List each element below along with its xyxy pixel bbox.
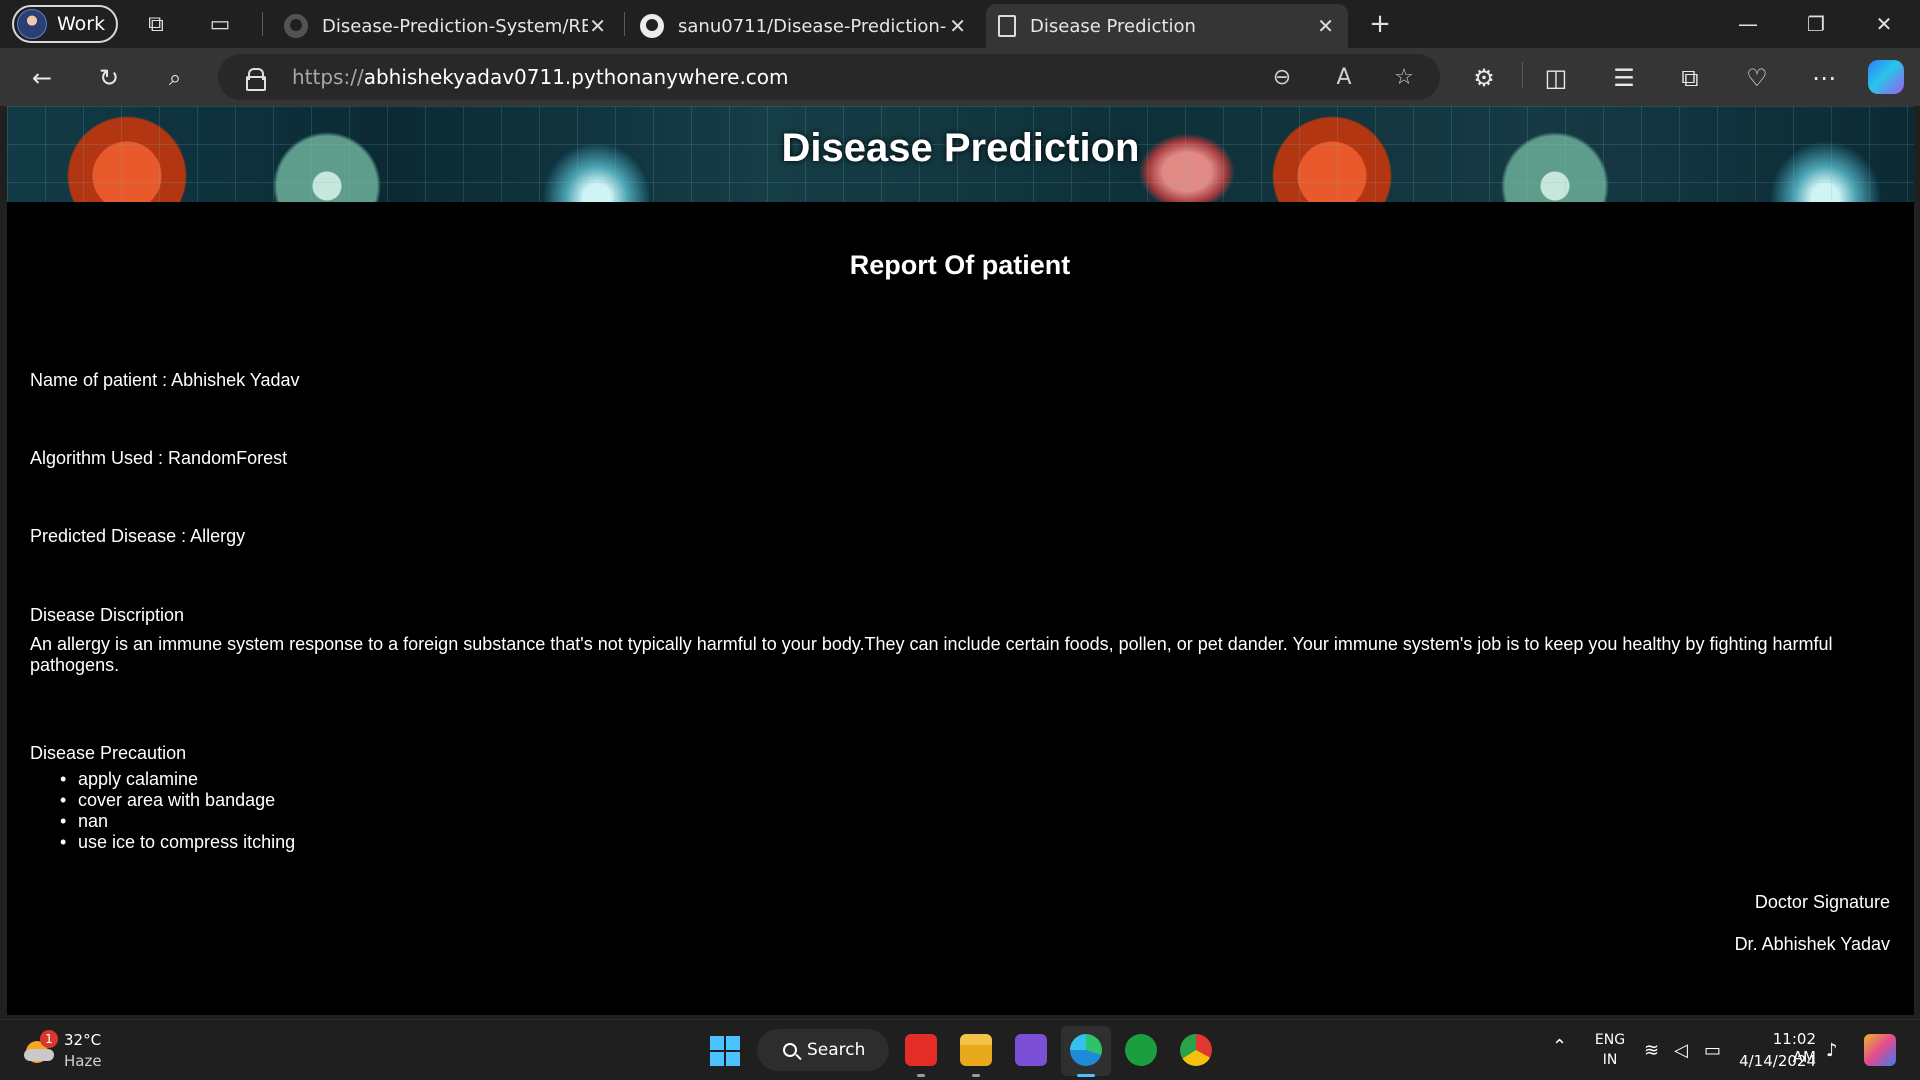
volume-icon[interactable]: ◁ (1674, 1040, 1688, 1061)
github-icon (640, 14, 664, 38)
app-running-indicator (917, 1074, 925, 1077)
tab-disease-prediction[interactable]: Disease Prediction ✕ (986, 4, 1348, 48)
search-label: Search (807, 1040, 866, 1060)
header-banner: Disease Prediction (7, 106, 1914, 202)
split-screen-icon[interactable]: ◫ (1540, 62, 1572, 94)
browser-essentials-icon[interactable]: ♡ (1741, 62, 1773, 94)
copilot-taskbar-icon[interactable] (1864, 1034, 1896, 1066)
page-icon (998, 15, 1016, 37)
url-host: abhishekyadav0711.pythonanywhere.com (363, 65, 789, 89)
xbox-icon[interactable] (1125, 1034, 1157, 1066)
description-heading: Disease Discription (30, 605, 185, 625)
search-icon (783, 1043, 797, 1057)
extensions-icon[interactable]: ⚙ (1468, 62, 1500, 94)
doctor-name: Dr. Abhishek Yadav (1734, 934, 1890, 954)
github-icon (284, 14, 308, 38)
taskbar: 1 32°C Haze Search ⌃ ENG IN ≋ ◁ ▭ 11:02 … (0, 1019, 1920, 1080)
precaution-heading: Disease Precaution (30, 743, 187, 763)
profile-label: Work (57, 13, 106, 35)
tab-separator (262, 12, 263, 36)
favorites-icon[interactable]: ☰ (1608, 62, 1640, 94)
list-item: cover area with bandage (60, 790, 295, 811)
page-viewport: Disease Prediction Report Of patient Nam… (7, 106, 1914, 1015)
edge-icon[interactable] (1070, 1034, 1102, 1066)
notification-bell-icon[interactable]: ♪ (1826, 1040, 1838, 1061)
collections-icon[interactable]: ⧉ (1674, 62, 1706, 94)
tab-readme[interactable]: Disease-Prediction-System/README.md ✕ (272, 4, 620, 48)
language-primary[interactable]: ENG (1590, 1032, 1630, 1048)
precaution-list: apply calamine cover area with bandage n… (60, 769, 295, 853)
signature-label: Doctor Signature (1754, 892, 1890, 912)
predicted-disease: Predicted Disease : Allergy (30, 526, 246, 546)
chevron-up-icon[interactable]: ⌃ (1552, 1036, 1567, 1057)
back-icon[interactable]: ← (26, 62, 58, 94)
browser-toolbar: ← ↻ ⌕ https://abhishekyadav0711.pythonan… (0, 48, 1920, 106)
tab-title: sanu0711/Disease-Prediction-System (678, 15, 946, 37)
vertical-tabs-icon[interactable]: ▭ (206, 10, 234, 38)
language-secondary[interactable]: IN (1590, 1052, 1630, 1068)
read-aloud-icon[interactable]: A (1330, 63, 1358, 91)
report-title: Report Of patient (849, 250, 1071, 280)
start-icon[interactable] (710, 1036, 740, 1066)
zoom-out-icon[interactable]: ⊖ (1268, 63, 1296, 91)
algorithm-used: Algorithm Used : RandomForest (30, 448, 288, 468)
toolbar-separator (1522, 62, 1523, 88)
weather-badge: 1 (40, 1030, 58, 1048)
new-tab-icon[interactable]: + (1366, 9, 1394, 39)
wifi-icon[interactable]: ≋ (1644, 1040, 1659, 1061)
tab-title: Disease-Prediction-System/README.md (322, 15, 588, 37)
restore-icon[interactable]: ❐ (1786, 0, 1846, 48)
lock-icon[interactable] (246, 68, 266, 91)
list-item: nan (60, 811, 295, 832)
photo-app-icon[interactable] (1015, 1034, 1047, 1066)
youtube-icon[interactable] (905, 1034, 937, 1066)
patient-name: Name of patient : Abhishek Yadav (30, 370, 300, 390)
chrome-icon[interactable] (1180, 1034, 1212, 1066)
weather-temperature[interactable]: 32°C (64, 1031, 101, 1049)
app-active-indicator (1077, 1074, 1095, 1077)
refresh-icon[interactable]: ↻ (93, 62, 125, 94)
tab-separator (624, 12, 625, 36)
avatar (17, 9, 47, 39)
taskbar-search-button[interactable]: Search (757, 1029, 889, 1071)
profile-button[interactable]: Work (12, 5, 118, 43)
tab-github-repo[interactable]: sanu0711/Disease-Prediction-System ✕ (628, 4, 980, 48)
url-text[interactable]: https://abhishekyadav0711.pythonanywhere… (292, 65, 789, 89)
battery-icon[interactable]: ▭ (1704, 1040, 1721, 1061)
weather-condition[interactable]: Haze (64, 1052, 102, 1070)
workspaces-icon[interactable]: ⧉ (142, 10, 170, 38)
favorite-star-icon[interactable]: ☆ (1390, 63, 1418, 91)
copilot-icon[interactable] (1868, 60, 1904, 94)
tab-title: Disease Prediction (1030, 15, 1196, 37)
tab-strip: Work ⧉ ▭ Disease-Prediction-System/READM… (0, 0, 1920, 48)
close-tab-icon[interactable]: ✕ (949, 14, 966, 38)
disease-description: An allergy is an immune system response … (30, 634, 1833, 675)
close-tab-icon[interactable]: ✕ (589, 14, 606, 38)
list-item: apply calamine (60, 769, 295, 790)
search-icon[interactable]: ⌕ (159, 62, 191, 94)
address-bar[interactable]: https://abhishekyadav0711.pythonanywhere… (218, 54, 1440, 100)
list-item: use ice to compress itching (60, 832, 295, 853)
close-tab-icon[interactable]: ✕ (1317, 14, 1334, 38)
site-title: Disease Prediction (781, 126, 1140, 170)
app-running-indicator (972, 1074, 980, 1077)
url-scheme: https:// (292, 65, 364, 89)
file-explorer-icon[interactable] (960, 1034, 992, 1066)
clock-date[interactable]: 4/14/2024 (1736, 1052, 1816, 1070)
minimize-icon[interactable]: — (1718, 0, 1778, 48)
close-window-icon[interactable]: ✕ (1854, 0, 1914, 48)
more-options-icon[interactable]: ⋯ (1808, 62, 1840, 94)
